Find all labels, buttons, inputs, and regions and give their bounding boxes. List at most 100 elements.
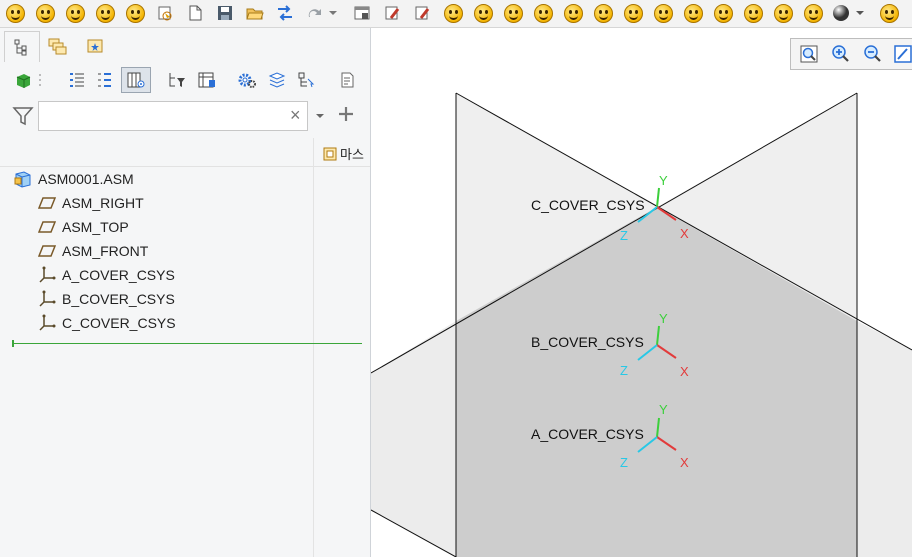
csys-label: C_COVER_CSYS (531, 197, 645, 213)
tree-item-b-cover-csys[interactable]: B_COVER_CSYS (38, 288, 175, 310)
tree-item-label: C_COVER_CSYS (62, 315, 176, 331)
open-icon[interactable] (243, 2, 267, 24)
save-icon[interactable] (213, 2, 237, 24)
datum-plane-fill (857, 321, 912, 557)
frame-icon (323, 147, 337, 160)
model-viewport: Y X Z C_COVER_CSYS Y X Z B_COVER_CSYS Y … (371, 92, 912, 557)
csys-label: A_COVER_CSYS (531, 426, 644, 442)
dropdown-arrow-icon[interactable] (853, 2, 867, 24)
zoom-out-icon[interactable] (861, 43, 885, 65)
layers-icon (48, 38, 67, 55)
tree-item-c-cover-csys[interactable]: C_COVER_CSYS (38, 312, 176, 334)
properties-icon[interactable] (334, 68, 360, 92)
y-axis-label: Y (659, 173, 668, 188)
smiley-icon[interactable] (501, 2, 525, 24)
smiley-icon[interactable] (441, 2, 465, 24)
graphics-window[interactable]: Y X Z C_COVER_CSYS Y X Z B_COVER_CSYS Y … (371, 28, 912, 557)
dropdown-arrow-icon[interactable] (314, 109, 326, 127)
sphere-icon[interactable] (829, 2, 853, 24)
separator-grip (36, 68, 44, 92)
smiley-icon[interactable] (471, 2, 495, 24)
settings-icon[interactable] (234, 68, 260, 92)
z-axis-label: Z (620, 455, 628, 470)
datum-plane-icon (38, 221, 56, 233)
navigator-tabs (0, 28, 370, 62)
show-columns-icon[interactable] (121, 67, 151, 93)
datum-plane-icon (38, 197, 56, 209)
csys-icon (39, 314, 56, 331)
erase-icon[interactable] (410, 2, 434, 24)
tree-item-label: ASM_FRONT (62, 243, 149, 259)
swap-icon[interactable] (273, 2, 297, 24)
smiley-icon[interactable] (771, 2, 795, 24)
smiley-icon[interactable] (651, 2, 675, 24)
tree-root-item[interactable]: ASM0001.ASM (14, 168, 134, 190)
new-file-icon[interactable] (183, 2, 207, 24)
collapse-all-icon[interactable] (92, 68, 118, 92)
tree-item-a-cover-csys[interactable]: A_COVER_CSYS (38, 264, 175, 286)
tree-item-asm-top[interactable]: ASM_TOP (38, 216, 129, 238)
datum-plane-fill (371, 321, 456, 557)
redo-icon[interactable] (303, 2, 327, 24)
favorites-tab[interactable] (78, 31, 112, 61)
layer-stack-icon[interactable] (264, 68, 290, 92)
model-tree-icon (14, 39, 27, 56)
tree-item-asm-right[interactable]: ASM_RIGHT (38, 192, 144, 214)
z-axis-label: Z (620, 228, 628, 243)
search-input[interactable] (38, 101, 308, 131)
model-tree-tab[interactable] (4, 31, 40, 62)
csys-icon (39, 290, 56, 307)
clear-search-icon[interactable]: × (290, 105, 301, 126)
smiley-icon[interactable] (63, 2, 87, 24)
tree-root-label: ASM0001.ASM (38, 171, 134, 187)
y-axis-label: Y (659, 311, 668, 326)
smiley-icon[interactable] (531, 2, 555, 24)
x-axis-label: X (680, 226, 689, 241)
repaint-icon[interactable] (891, 43, 912, 65)
regenerate-icon[interactable] (153, 2, 177, 24)
zoom-in-icon[interactable] (829, 43, 853, 65)
smiley-icon[interactable] (3, 2, 27, 24)
csys-label: B_COVER_CSYS (531, 334, 644, 350)
x-axis-label: X (680, 364, 689, 379)
dropdown-arrow-icon[interactable] (326, 2, 340, 24)
tree-item-label: A_COVER_CSYS (62, 267, 175, 283)
tree-column-header: 마스 (0, 138, 370, 167)
x-axis-label: X (680, 455, 689, 470)
graphics-toolbar (790, 38, 912, 70)
smiley-icon[interactable] (741, 2, 765, 24)
tree-item-asm-front[interactable]: ASM_FRONT (38, 240, 148, 262)
smiley-icon[interactable] (123, 2, 147, 24)
z-axis-label: Z (620, 363, 628, 378)
refit-icon[interactable] (797, 43, 821, 65)
smiley-icon[interactable] (681, 2, 705, 24)
insert-here-marker[interactable] (12, 340, 362, 347)
smiley-icon[interactable] (561, 2, 585, 24)
y-axis-label: Y (659, 402, 668, 417)
smiley-icon[interactable] (33, 2, 57, 24)
window-icon[interactable] (350, 2, 374, 24)
column-header-label: 마스 (340, 147, 364, 162)
folder-star-icon (87, 39, 103, 53)
smiley-icon[interactable] (877, 2, 901, 24)
smiley-icon[interactable] (621, 2, 645, 24)
quick-access-toolbar (0, 0, 912, 28)
tree-filter-icon[interactable] (164, 68, 190, 92)
cube-icon[interactable] (10, 68, 36, 92)
smiley-icon[interactable] (801, 2, 825, 24)
erase-icon[interactable] (380, 2, 404, 24)
navigator-panel: × 마스 ASM0001.ASM ASM_RIGHT ASM_TOP ASM_F… (0, 28, 371, 557)
expand-all-icon[interactable] (64, 68, 90, 92)
tree-item-label: ASM_TOP (62, 219, 129, 235)
tree-toolbar (0, 64, 370, 96)
add-icon[interactable] (337, 105, 355, 128)
funnel-icon[interactable] (12, 106, 34, 131)
smiley-icon[interactable] (591, 2, 615, 24)
csys-icon (39, 266, 56, 283)
layers-tab[interactable] (40, 31, 74, 61)
tree-columns-icon[interactable] (194, 68, 220, 92)
column-header-cell[interactable]: 마스 (322, 144, 364, 163)
smiley-icon[interactable] (93, 2, 117, 24)
smiley-icon[interactable] (711, 2, 735, 24)
structure-icon[interactable] (294, 68, 320, 92)
